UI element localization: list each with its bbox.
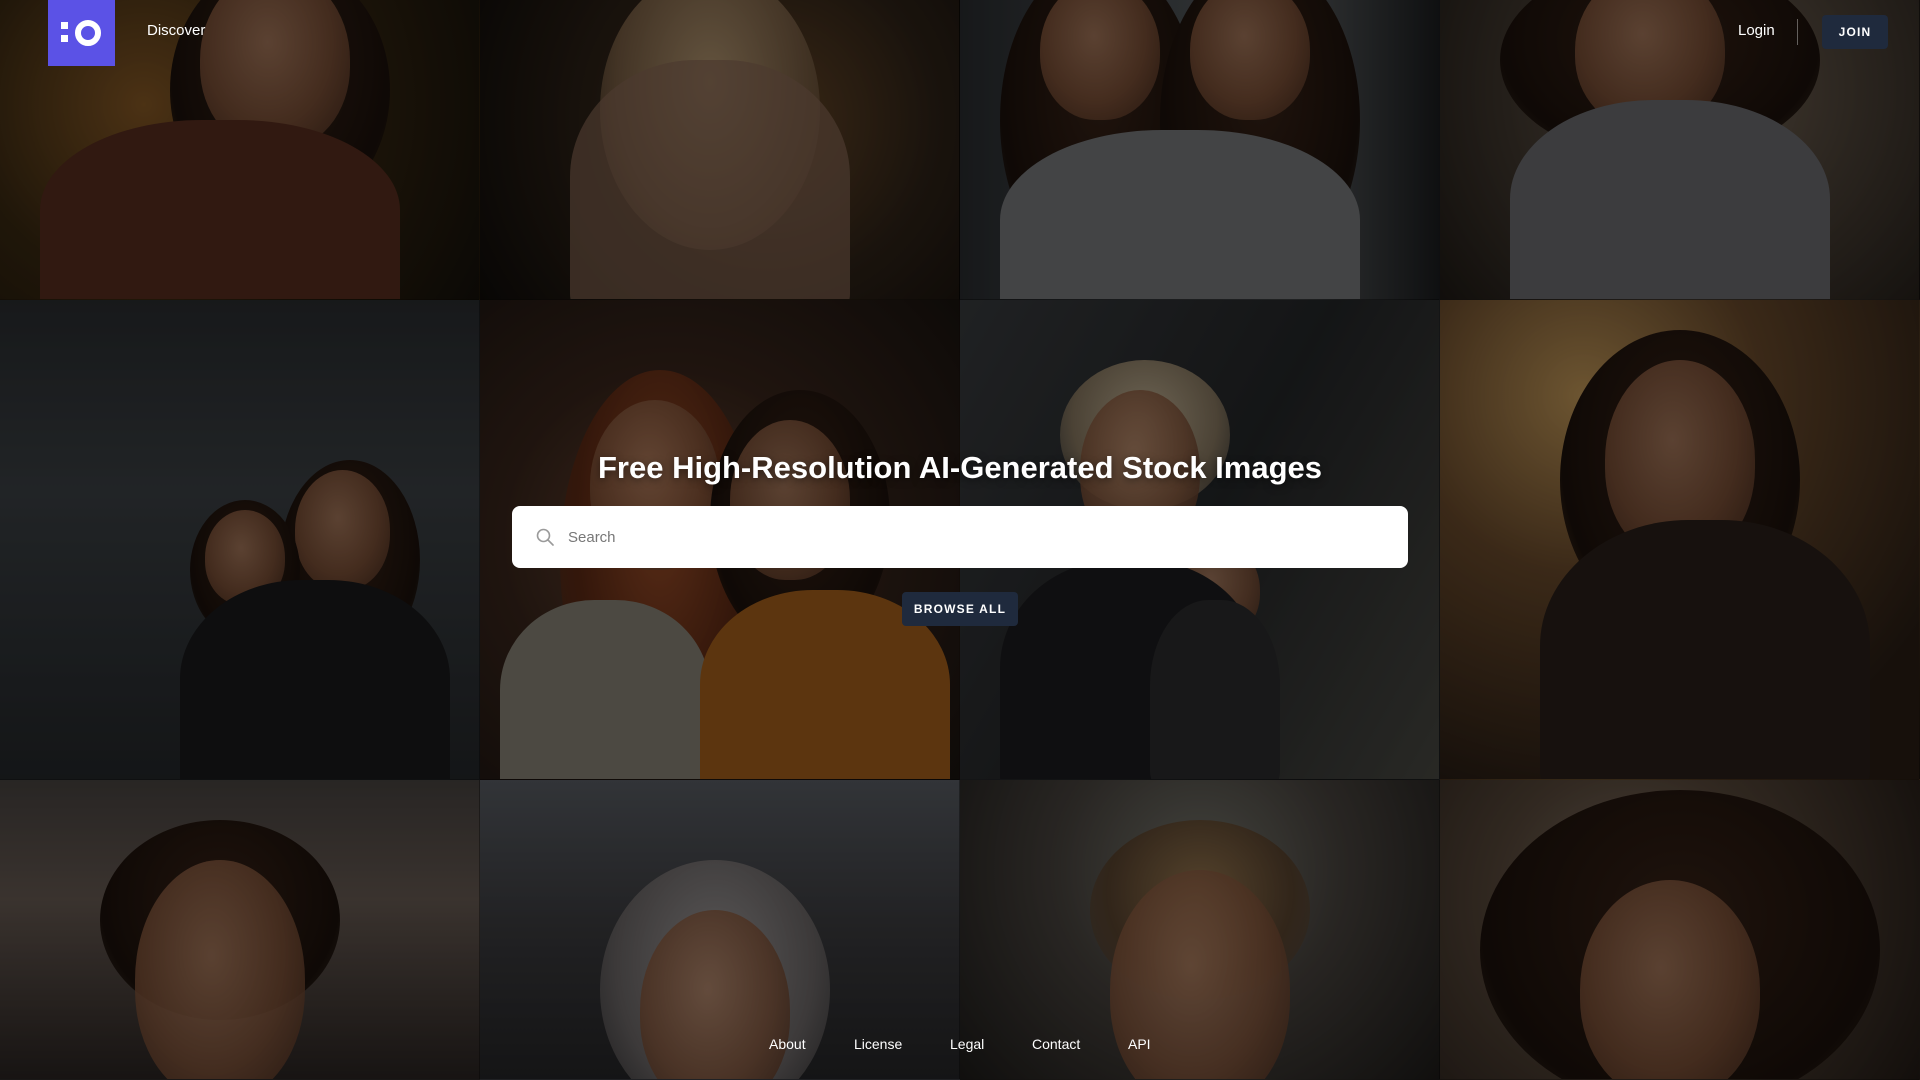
io-logo-icon[interactable] [48, 0, 115, 66]
search-bar[interactable] [512, 506, 1408, 568]
nav-discover-link[interactable]: Discover [147, 22, 205, 39]
search-input[interactable] [568, 517, 1408, 557]
join-button[interactable]: JOIN [1822, 15, 1888, 49]
logo-mark [60, 20, 101, 46]
page: Discover Login JOIN Free High-Resolution… [0, 0, 1920, 1080]
footer-link-api[interactable]: API [1128, 1036, 1151, 1052]
footer-link-legal[interactable]: Legal [950, 1036, 984, 1052]
footer-link-about[interactable]: About [769, 1036, 806, 1052]
browse-all-button[interactable]: BROWSE ALL [902, 592, 1018, 626]
footer-link-license[interactable]: License [854, 1036, 902, 1052]
footer-links: About License Legal Contact API [0, 1036, 1920, 1056]
login-link[interactable]: Login [1738, 22, 1775, 39]
footer-link-contact[interactable]: Contact [1032, 1036, 1080, 1052]
nav-divider [1797, 19, 1798, 45]
search-icon [536, 528, 554, 546]
hero-title: Free High-Resolution AI-Generated Stock … [597, 450, 1323, 485]
